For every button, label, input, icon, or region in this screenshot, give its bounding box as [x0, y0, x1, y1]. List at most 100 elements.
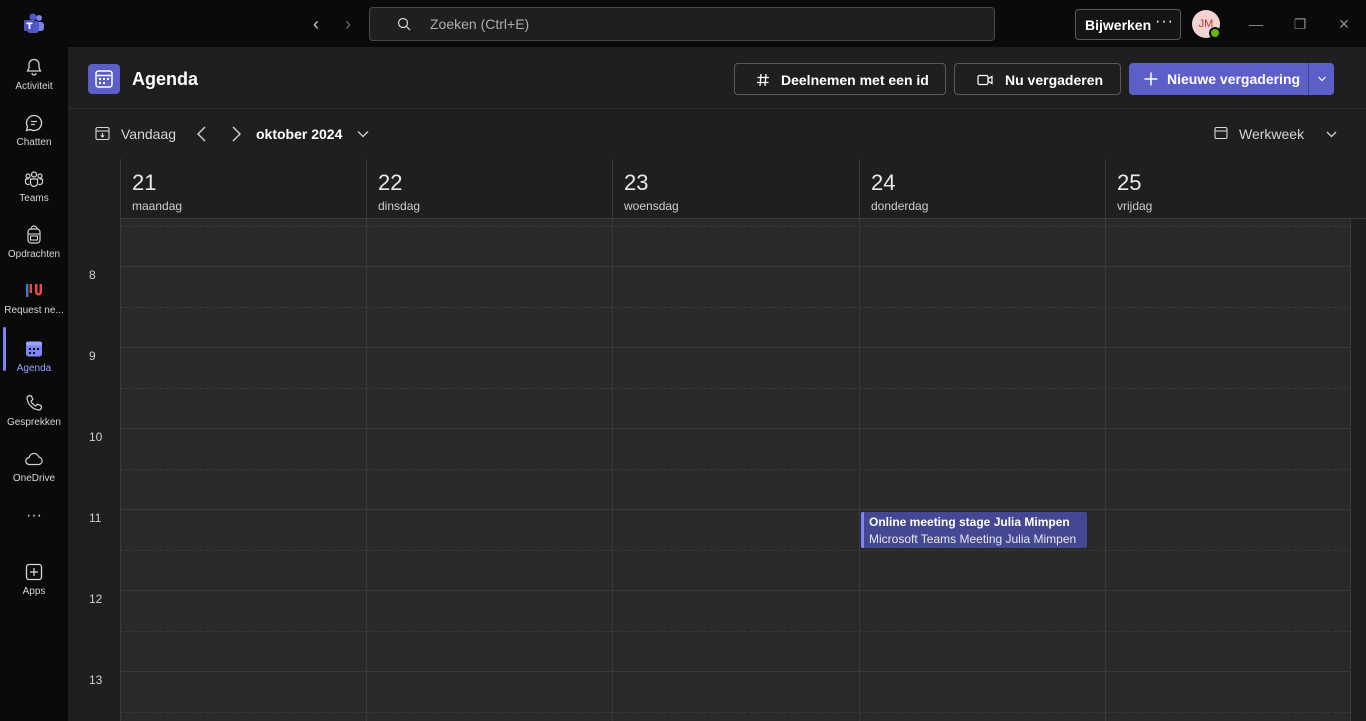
- half-hour-line: [120, 631, 1351, 632]
- calendar-grid: 21 maandag 22 dinsdag 23 woensdag 24 don…: [68, 159, 1366, 721]
- today-icon: [95, 126, 110, 141]
- meet-now-button[interactable]: Nu vergaderen: [954, 63, 1121, 95]
- day-name: woensdag: [624, 199, 679, 213]
- scrollbar[interactable]: [1351, 219, 1366, 721]
- rail-item-chat[interactable]: Chatten: [0, 113, 68, 169]
- restore-icon[interactable]: ❐: [1290, 14, 1310, 34]
- rail-label: Gesprekken: [7, 417, 61, 428]
- page-title: Agenda: [132, 69, 199, 89]
- calendar-toolbar: Vandaag oktober 2024 Werkweek: [68, 109, 1366, 159]
- next-week-icon[interactable]: [228, 123, 244, 145]
- previous-week-icon[interactable]: [194, 123, 210, 145]
- time-slots[interactable]: [120, 219, 1351, 721]
- rail-item-activity[interactable]: Activiteit: [0, 57, 68, 113]
- more-icon: ···: [26, 507, 42, 524]
- day-number: 24: [871, 170, 896, 195]
- chat-icon: [25, 114, 43, 132]
- hour-label: 9: [89, 349, 96, 363]
- day-name: dinsdag: [378, 199, 421, 213]
- rail-item-apps[interactable]: Apps: [0, 562, 68, 618]
- rail-item-more[interactable]: ···: [0, 507, 68, 565]
- forward-arrow-icon[interactable]: ›: [338, 14, 358, 34]
- teams-logo-icon[interactable]: [22, 12, 46, 36]
- teams-icon: [24, 171, 44, 188]
- hour-line: [120, 590, 1351, 591]
- hour-label: 11: [89, 511, 102, 525]
- title-bar: ‹ › Zoeken (Ctrl+E) Bijwerken ··· JM — ❐…: [0, 0, 1366, 47]
- today-button[interactable]: Vandaag: [121, 126, 176, 142]
- day-name: maandag: [132, 199, 183, 213]
- rail-label: Request ne...: [4, 305, 64, 316]
- agenda-app-icon: [88, 64, 120, 94]
- rail-label: Apps: [22, 586, 46, 597]
- half-hour-line: [120, 226, 1351, 227]
- calendar-event[interactable]: Online meeting stage Julia Mimpen Micros…: [861, 512, 1087, 548]
- page-header: Agenda Deelnemen met een id Nu vergadere…: [68, 47, 1366, 109]
- day-header-thursday[interactable]: 24 donderdag: [859, 159, 1106, 219]
- half-hour-line: [120, 388, 1351, 389]
- day-header-tuesday[interactable]: 22 dinsdag: [366, 159, 613, 219]
- app-rail: Activiteit Chatten Teams Opdrachten Requ…: [0, 47, 68, 721]
- new-meeting-button[interactable]: Nieuwe vergadering: [1129, 63, 1334, 95]
- search-input[interactable]: Zoeken (Ctrl+E): [369, 7, 995, 41]
- rail-label: Chatten: [16, 137, 52, 148]
- update-button[interactable]: Bijwerken ···: [1075, 9, 1181, 40]
- view-switcher[interactable]: Werkweek: [1239, 126, 1304, 142]
- bell-icon: [26, 58, 42, 76]
- request-app-icon: [26, 284, 42, 297]
- hour-line: [120, 509, 1351, 510]
- hour-label: 13: [89, 673, 103, 687]
- hashtag-icon: [757, 73, 769, 87]
- cloud-icon: [25, 452, 43, 466]
- day-column-line: [366, 219, 367, 721]
- rail-item-teams[interactable]: Teams: [0, 169, 68, 225]
- day-header-wednesday[interactable]: 23 woensdag: [612, 159, 859, 219]
- hour-label: 8: [89, 268, 96, 282]
- day-number: 21: [132, 170, 157, 195]
- hour-line: [120, 671, 1351, 672]
- more-options-icon[interactable]: ···: [1155, 13, 1174, 31]
- plus-icon: [1144, 72, 1158, 86]
- day-header-friday[interactable]: 25 vrijdag: [1105, 159, 1351, 219]
- chevron-down-icon[interactable]: [356, 127, 370, 141]
- event-title: Online meeting stage Julia Mimpen: [869, 515, 1070, 529]
- rail-item-calls[interactable]: Gesprekken: [0, 393, 68, 449]
- day-column-line: [612, 219, 613, 721]
- rail-item-onedrive[interactable]: OneDrive: [0, 449, 68, 505]
- rail-item-agenda[interactable]: Agenda: [0, 327, 68, 395]
- presence-available-icon: [1209, 27, 1221, 39]
- half-hour-line: [120, 550, 1351, 551]
- rail-item-request[interactable]: Request ne...: [0, 281, 68, 337]
- header-spacer: [1351, 159, 1366, 219]
- join-with-id-label: Deelnemen met een id: [781, 72, 929, 88]
- day-column-line: [1105, 219, 1106, 721]
- back-arrow-icon[interactable]: ‹: [306, 14, 326, 34]
- hour-line: [120, 428, 1351, 429]
- new-meeting-label: Nieuwe vergadering: [1167, 71, 1301, 87]
- search-icon: [397, 17, 411, 31]
- chevron-down-icon[interactable]: [1325, 128, 1338, 141]
- day-column-line: [120, 219, 121, 721]
- rail-label: OneDrive: [12, 473, 56, 484]
- phone-icon: [26, 394, 43, 411]
- rail-label: Agenda: [16, 363, 52, 374]
- view-switcher-icon: [1214, 126, 1228, 140]
- join-with-id-button[interactable]: Deelnemen met een id: [734, 63, 946, 95]
- chevron-down-icon: [1318, 76, 1326, 82]
- month-picker[interactable]: oktober 2024: [256, 126, 342, 142]
- meet-now-label: Nu vergaderen: [1005, 72, 1104, 88]
- close-icon[interactable]: ✕: [1334, 14, 1354, 34]
- rail-label: Teams: [19, 193, 49, 204]
- rail-label: Opdrachten: [7, 249, 61, 260]
- new-meeting-dropdown[interactable]: [1308, 63, 1334, 95]
- minimize-icon[interactable]: —: [1246, 14, 1266, 34]
- day-number: 25: [1117, 170, 1142, 195]
- rail-item-assignments[interactable]: Opdrachten: [0, 225, 68, 281]
- apps-icon: [25, 563, 43, 581]
- hour-line: [120, 266, 1351, 267]
- half-hour-line: [120, 469, 1351, 470]
- video-camera-icon: [977, 74, 993, 86]
- day-header-monday[interactable]: 21 maandag: [120, 159, 367, 219]
- day-number: 22: [378, 170, 403, 195]
- day-name: donderdag: [871, 199, 929, 213]
